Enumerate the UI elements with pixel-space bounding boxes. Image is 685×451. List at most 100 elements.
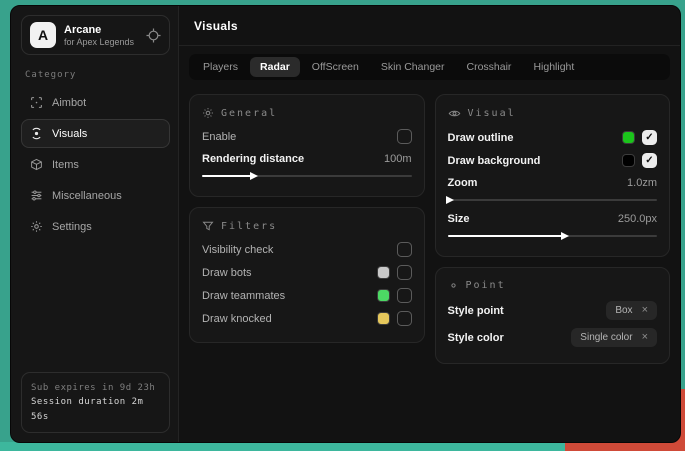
- funnel-icon: [202, 220, 214, 232]
- draw-outline-label: Draw outline: [448, 132, 514, 144]
- filters-card: Filters Visibility check Draw bots: [189, 207, 425, 343]
- zoom-slider[interactable]: [448, 195, 658, 205]
- draw-outline-checkbox[interactable]: ✓: [642, 130, 657, 145]
- visibility-check-checkbox[interactable]: [397, 242, 412, 257]
- gear-icon: [30, 220, 43, 233]
- zoom-label: Zoom: [448, 177, 478, 189]
- style-color-value: Single color: [580, 332, 632, 343]
- visual-section-header: Visual: [448, 107, 658, 120]
- tab-players[interactable]: Players: [193, 57, 248, 77]
- draw-background-controls: ✓: [622, 153, 657, 168]
- enable-checkbox[interactable]: [397, 129, 412, 144]
- general-card: General Enable Rendering distance 100m: [189, 94, 425, 197]
- app-logo: A: [30, 22, 56, 48]
- style-color-row: Style color Single color ×: [448, 324, 658, 351]
- draw-bots-row: Draw bots: [202, 261, 412, 284]
- right-column: Visual Draw outline ✓ Draw background: [435, 94, 671, 364]
- sidebar-item-label: Settings: [52, 221, 92, 233]
- slider-fill: [448, 235, 563, 237]
- style-point-select[interactable]: Box ×: [606, 301, 657, 320]
- sidebar-item-label: Miscellaneous: [52, 190, 122, 202]
- sidebar-item-label: Aimbot: [52, 97, 86, 109]
- draw-background-checkbox[interactable]: ✓: [642, 153, 657, 168]
- draw-teammates-checkbox[interactable]: [397, 288, 412, 303]
- draw-knocked-label: Draw knocked: [202, 313, 272, 325]
- draw-outline-controls: ✓: [622, 130, 657, 145]
- app-titles: Arcane for Apex Legends: [64, 24, 134, 47]
- tab-offscreen[interactable]: OffScreen: [302, 57, 369, 77]
- filters-section-title: Filters: [221, 221, 277, 232]
- tab-skin-changer[interactable]: Skin Changer: [371, 57, 455, 77]
- gear-sun-icon: [202, 107, 214, 119]
- slider-thumb[interactable]: [250, 172, 258, 180]
- draw-teammates-controls: [377, 288, 412, 303]
- desktop-background-teal-strip: [0, 442, 565, 451]
- sliders-icon: [30, 189, 43, 202]
- style-color-label: Style color: [448, 332, 504, 344]
- rendering-distance-value: 100m: [384, 153, 412, 165]
- sidebar-item-miscellaneous[interactable]: Miscellaneous: [21, 181, 170, 210]
- main-header: Visuals: [179, 6, 680, 46]
- draw-background-label: Draw background: [448, 155, 541, 167]
- content-area: General Enable Rendering distance 100m: [179, 80, 680, 378]
- slider-fill: [202, 175, 252, 177]
- draw-bots-checkbox[interactable]: [397, 265, 412, 280]
- point-card: Point Style point Box × Style color Sing…: [435, 267, 671, 364]
- rendering-distance-label: Rendering distance: [202, 153, 304, 165]
- draw-bots-controls: [377, 265, 412, 280]
- draw-outline-color-swatch[interactable]: [622, 131, 635, 144]
- visual-section-title: Visual: [468, 108, 516, 119]
- size-row: Size 250.0px: [448, 208, 658, 230]
- sidebar-item-visuals[interactable]: Visuals: [21, 119, 170, 148]
- size-slider[interactable]: [448, 231, 658, 241]
- target-icon[interactable]: [146, 28, 161, 43]
- slider-thumb[interactable]: [446, 196, 454, 204]
- rendering-distance-row: Rendering distance 100m: [202, 148, 412, 170]
- tab-highlight[interactable]: Highlight: [523, 57, 584, 77]
- app-name: Arcane: [64, 24, 134, 36]
- enable-label: Enable: [202, 131, 236, 143]
- tab-radar[interactable]: Radar: [250, 57, 300, 77]
- sub-expiry-text: Sub expires in 9d 23h: [31, 381, 160, 395]
- style-color-select[interactable]: Single color ×: [571, 328, 657, 347]
- sidebar-category-label: Category: [25, 70, 166, 80]
- sidebar-item-settings[interactable]: Settings: [21, 212, 170, 241]
- visibility-check-row: Visibility check: [202, 238, 412, 261]
- enable-row: Enable: [202, 125, 412, 148]
- draw-knocked-controls: [377, 311, 412, 326]
- tab-crosshair[interactable]: Crosshair: [457, 57, 522, 77]
- point-section-header: Point: [448, 280, 658, 291]
- draw-bots-color-swatch[interactable]: [377, 266, 390, 279]
- filters-section-header: Filters: [202, 220, 412, 232]
- draw-teammates-color-swatch[interactable]: [377, 289, 390, 302]
- draw-knocked-row: Draw knocked: [202, 307, 412, 330]
- rendering-distance-slider[interactable]: [202, 171, 412, 181]
- slider-track: [448, 199, 658, 201]
- sidebar-item-label: Items: [52, 159, 79, 171]
- draw-teammates-row: Draw teammates: [202, 284, 412, 307]
- draw-background-color-swatch[interactable]: [622, 154, 635, 167]
- style-point-value: Box: [615, 305, 632, 316]
- page-title: Visuals: [194, 19, 238, 33]
- style-point-label: Style point: [448, 305, 504, 317]
- point-dot-icon: [448, 280, 459, 291]
- draw-teammates-label: Draw teammates: [202, 290, 285, 302]
- app-window: A Arcane for Apex Legends Category Aimbo…: [10, 5, 681, 443]
- draw-knocked-color-swatch[interactable]: [377, 312, 390, 325]
- sidebar-item-aimbot[interactable]: Aimbot: [21, 88, 170, 117]
- draw-outline-row: Draw outline ✓: [448, 126, 658, 149]
- left-column: General Enable Rendering distance 100m: [189, 94, 425, 343]
- eye-icon: [448, 107, 461, 120]
- clear-icon[interactable]: ×: [642, 305, 648, 316]
- sidebar-item-items[interactable]: Items: [21, 150, 170, 179]
- slider-thumb[interactable]: [561, 232, 569, 240]
- draw-knocked-checkbox[interactable]: [397, 311, 412, 326]
- general-section-title: General: [221, 108, 277, 119]
- size-value: 250.0px: [618, 213, 657, 225]
- style-point-row: Style point Box ×: [448, 297, 658, 324]
- eye-scan-icon: [30, 127, 43, 140]
- clear-icon[interactable]: ×: [642, 332, 648, 343]
- general-section-header: General: [202, 107, 412, 119]
- session-info-card: Sub expires in 9d 23h Session duration 2…: [21, 372, 170, 433]
- main-panel: Visuals Players Radar OffScreen Skin Cha…: [179, 6, 680, 442]
